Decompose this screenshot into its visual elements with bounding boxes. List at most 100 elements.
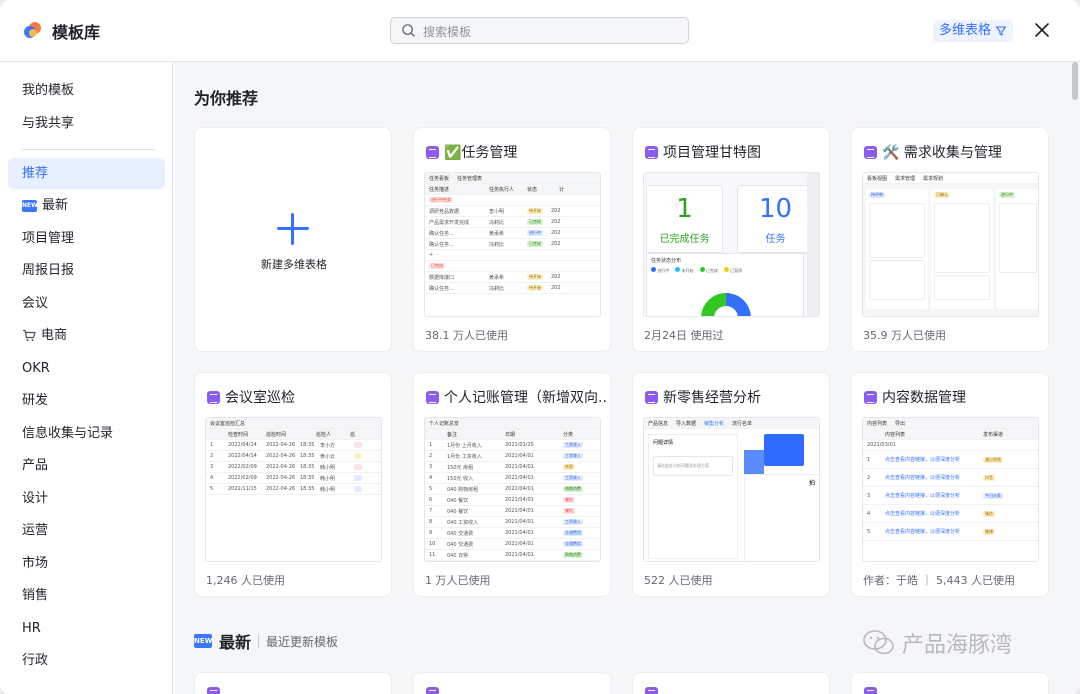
template-card[interactable] — [194, 672, 392, 694]
preview-text: 确认任务... — [429, 285, 454, 292]
preview-tag: 待开始 — [527, 208, 543, 214]
preview-text: 040 交通费 — [447, 541, 474, 548]
kanban-column-title: 待评审 — [866, 189, 928, 201]
app-logo-icon — [24, 22, 41, 38]
preview-toolbar: 产品信息 导入数据 销售分析 流行名单 — [644, 418, 819, 429]
preview-form: 问题详情 请在此处分析问题及处理方案 — [648, 434, 738, 559]
preview-text: 4 — [210, 475, 214, 481]
preview-text: 检查时间 — [228, 431, 249, 438]
chart-legend: 进行中 未开始 已完成 已暂停 — [647, 267, 803, 274]
close-icon[interactable] — [1033, 21, 1051, 39]
sidebar-item-admin[interactable]: 行政 — [8, 645, 165, 676]
template-card[interactable]: 会议室巡检 会议室巡检汇总 检查时间 巡检时间 巡检人 巡 1 2022/04/14 20… — [194, 372, 392, 597]
base-template-icon — [645, 145, 658, 159]
preview-text: 2021/04/01 — [505, 519, 534, 525]
preview-text: 5 — [429, 486, 433, 492]
sidebar-item-my-templates[interactable]: 我的模板 — [8, 75, 165, 106]
preview-tag: 工资收入 — [563, 442, 583, 448]
preview-text: 2022-04-26 — [266, 442, 296, 448]
preview-toolbar: 内容列表 导出 — [863, 418, 1038, 429]
sidebar-item-hr[interactable]: HR — [8, 613, 165, 644]
preview-tag: 待开始 — [527, 285, 543, 291]
latest-subtitle: 最近更新模板 — [266, 634, 339, 649]
preview-text: 2021/04/01 — [505, 497, 534, 503]
preview-text: 2021/04/01 — [505, 541, 534, 547]
preview-text: 确认任务... — [429, 230, 454, 237]
sidebar-item-recommend[interactable]: 推荐 — [8, 158, 165, 189]
preview-row: 4 150元 收入 2021/04/01 工资收入 — [425, 473, 600, 484]
template-preview: 1 已完成任务 10 任务 任务状态分布 进行中 未开始 已完成 已暂停 — [643, 172, 820, 317]
sidebar-item-okr[interactable]: OKR — [8, 353, 165, 384]
sidebar-item-label: 运营 — [22, 523, 49, 538]
preview-text: 6 — [429, 497, 433, 503]
preview-text: 韩小明 — [320, 475, 336, 482]
preview-text: 2021/01/25 — [505, 442, 534, 448]
preview-text: 产品需求开发完成 — [429, 219, 470, 226]
preview-text: 销售分析 — [704, 420, 725, 427]
template-card[interactable] — [851, 672, 1049, 694]
preview-text: 点击查看内容链接，以便深度分析 — [885, 457, 961, 463]
sidebar-item-product[interactable]: 产品 — [8, 450, 165, 481]
sidebar-item-sales[interactable]: 销售 — [8, 580, 165, 611]
preview-text: 18:35 — [300, 453, 315, 459]
preview-text: 2021/04/01 — [505, 464, 534, 470]
preview-text: 3 — [867, 492, 871, 499]
preview-row: 确认任务... 冯莉比 待开始 202 — [425, 283, 600, 294]
donut-chart — [701, 293, 751, 316]
sidebar-item-rnd[interactable]: 研发 — [8, 385, 165, 416]
sidebar-item-latest[interactable]: NEW 最新 — [8, 190, 165, 221]
type-filter-button[interactable]: 多维表格 — [933, 20, 1014, 42]
template-card[interactable]: 个人记账管理（新增双向... 个人记账总览 备注 日期 分类 1 1月份 上月收入 20… — [413, 372, 611, 597]
sidebar-item-shared[interactable]: 与我共享 — [8, 108, 165, 139]
preview-text: 040 日常 — [447, 552, 469, 559]
preview-text: 巡检人 — [316, 431, 332, 438]
search-input[interactable]: 搜索模板 — [390, 17, 689, 44]
preview-tag: 工资收入 — [563, 475, 583, 481]
template-card[interactable]: ✅任务管理 任务看板 任务管理表 任务描述 任务执行人 状态 计 进行中任务 调研竞品数… — [413, 127, 611, 352]
sidebar-item-meeting[interactable]: 会议 — [8, 288, 165, 319]
new-base-card[interactable]: 新建多维表格 — [194, 127, 392, 352]
preview-text: 冯莉比 — [489, 241, 505, 248]
kanban-column: 进行中 — [996, 189, 1038, 309]
preview-text: 2 — [210, 453, 214, 459]
preview-group: 进行中任务 — [425, 195, 600, 206]
base-template-icon — [426, 145, 439, 159]
card-title: 🛠️ 需求收集与管理 — [864, 142, 1044, 162]
scrollbar[interactable] — [1072, 62, 1078, 100]
kanban-column-title: 已确认 — [931, 189, 993, 201]
template-card[interactable]: 项目管理甘特图 1 已完成任务 10 任务 任务状态分布 进行中 未开始 已完成 — [632, 127, 830, 352]
preview-text: 需求规划 — [923, 175, 944, 182]
preview-text: 5 — [210, 486, 214, 492]
sidebar-item-reports[interactable]: 周报日报 — [8, 255, 165, 286]
preview-row: 数据库接口 黄承希 待开始 202 — [425, 272, 600, 283]
preview-group: 已完成 — [425, 261, 600, 272]
template-card[interactable] — [632, 672, 830, 694]
sidebar-item-label: 项目管理 — [22, 231, 75, 246]
sidebar-item-marketing[interactable]: 市场 — [8, 548, 165, 579]
template-card[interactable]: 新零售经营分析 产品信息 导入数据 销售分析 流行名单 问题详情 请在此处分析问题及处… — [632, 372, 830, 597]
sidebar-item-design[interactable]: 设计 — [8, 483, 165, 514]
sidebar-item-info-collection[interactable]: 信息收集与记录 — [8, 418, 165, 449]
recommend-section-title: 为你推荐 — [194, 89, 259, 108]
preview-tag: 待评审 — [869, 192, 885, 198]
sidebar-item-label: 产品 — [22, 458, 49, 473]
preview-text: 2021/03/01 — [867, 442, 896, 448]
preview-header: 内容列表 发布渠道 — [863, 429, 1038, 440]
preview-tag: 餐饮 — [563, 508, 575, 514]
sidebar-item-label: 会议 — [22, 296, 49, 311]
template-card[interactable]: 内容数据管理 内容列表 导出 内容列表 发布渠道 2021/03/01 1 点击查看内… — [851, 372, 1049, 597]
base-template-icon — [864, 687, 877, 694]
latest-section-title: NEW 最新 最近更新模板 — [194, 629, 338, 653]
sidebar-item-operations[interactable]: 运营 — [8, 515, 165, 546]
status-chart-panel: 任务状态分布 进行中 未开始 已完成 已暂停 — [646, 253, 804, 316]
preview-row: 3 点击查看内容链接，以便深度分析 今日头条 — [863, 487, 1038, 505]
preview-tag: 已完成 — [429, 263, 445, 269]
card-title: 会议室巡检 — [207, 387, 387, 407]
sidebar-item-project-management[interactable]: 项目管理 — [8, 223, 165, 254]
template-preview: 看板视图 需求管理 需求规划 待评审 已确认 进行中 — [862, 172, 1039, 317]
sidebar-item-ecommerce[interactable]: 电商 — [8, 320, 165, 351]
preview-row: + — [425, 250, 600, 261]
template-card[interactable]: 🛠️ 需求收集与管理 看板视图 需求管理 需求规划 待评审 已确认 进行中 35… — [851, 127, 1049, 352]
template-card[interactable] — [413, 672, 611, 694]
preview-text: 2 — [867, 474, 871, 481]
